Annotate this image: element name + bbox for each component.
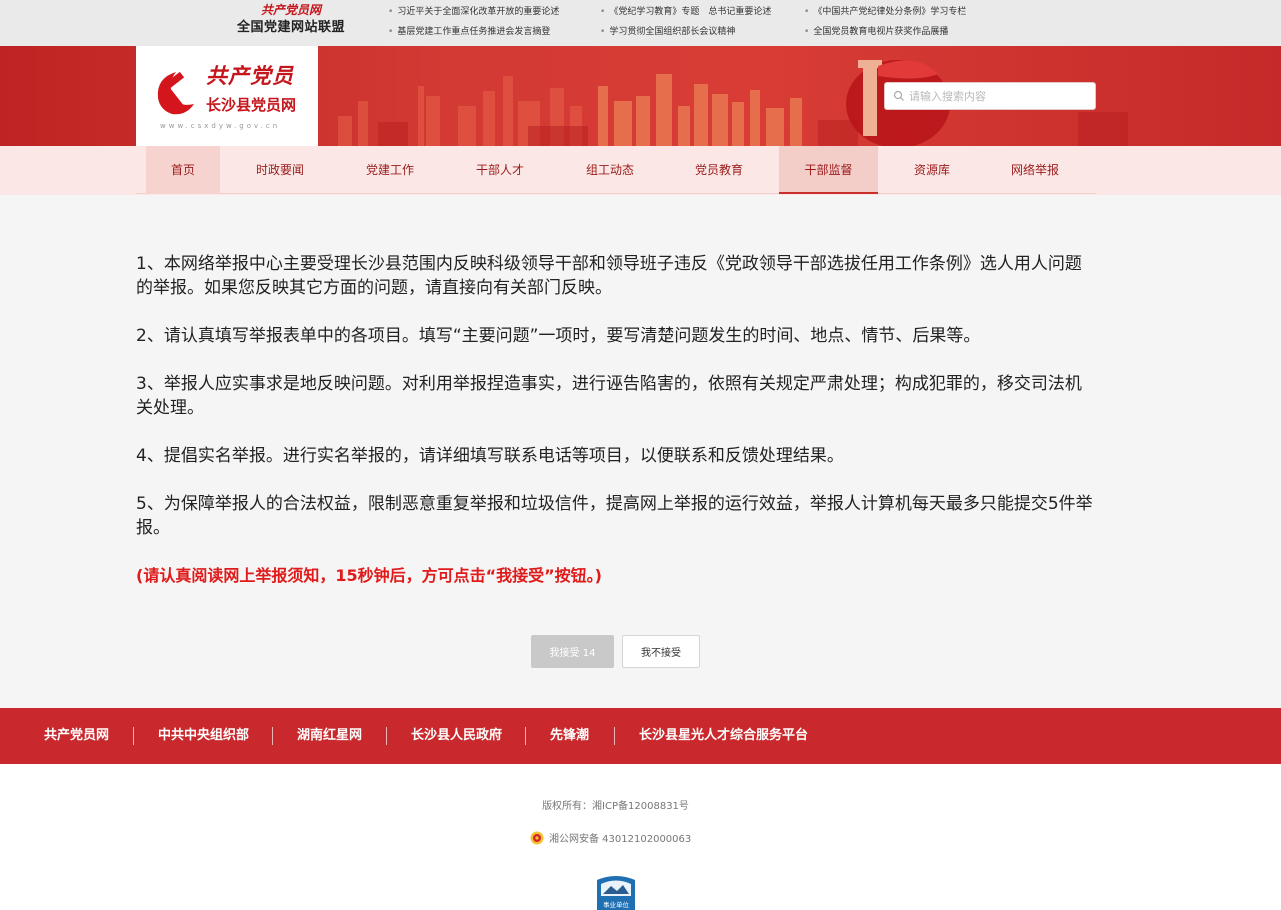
alliance-logo[interactable]: 共产党员网 全国党建网站联盟	[230, 2, 352, 38]
badge-text: 事业单位	[603, 900, 630, 909]
alliance-brand: 共产党员网	[260, 3, 321, 17]
nav-item-party-building[interactable]: 党建工作	[350, 146, 430, 194]
site-logo[interactable]: 共产党员 长沙县党员网 www.csxdyw.gov.cn	[136, 46, 318, 146]
accept-button[interactable]: 我接受 14	[531, 635, 614, 668]
footer-link[interactable]: 共产党员网	[44, 708, 109, 764]
notice-item: 5、为保障举报人的合法权益，限制恶意重复举报和垃圾信件，提高网上举报的运行效益，…	[136, 494, 1093, 538]
footer-link[interactable]: 长沙县人民政府	[411, 708, 502, 764]
logo-url-text: www.csxdyw.gov.cn	[160, 122, 281, 130]
copyright-text: 版权所有：湘ICP备12008831号	[542, 801, 689, 812]
header-banner: 共产党员 长沙县党员网 www.csxdyw.gov.cn	[0, 46, 1281, 146]
nav-item-cadre-supervision[interactable]: 干部监督	[779, 146, 878, 194]
hammer-sickle-icon	[157, 71, 194, 115]
notice-item: 2、请认真填写举报表单中的各项目。填写“主要问题”一项时，要写清楚问题发生的时间…	[136, 326, 981, 346]
footer-link[interactable]: 中共中央组织部	[158, 708, 249, 764]
copyright-area: 版权所有：湘ICP备12008831号 湘公网安备 43012102000063…	[0, 764, 1281, 910]
top-link[interactable]: 《党纪学习教育》专题 总书记重要论述	[600, 5, 771, 19]
notice-item: 4、提倡实名举报。进行实名举报的，请详细填写联系电话等项目，以便联系和反馈处理结…	[136, 446, 844, 466]
police-record[interactable]: 湘公网安备 43012102000063	[530, 830, 691, 845]
public-institution-badge-icon[interactable]: 事业单位	[595, 874, 637, 910]
notice-item: 3、举报人应实事求是地反映问题。对利用举报捏造事实，进行诬告陷害的，依照有关规定…	[136, 374, 1082, 418]
city-skyline-graphic	[338, 60, 1128, 146]
top-link[interactable]: 全国党员教育电视片获奖作品展播	[804, 25, 948, 39]
footer-separator	[525, 727, 526, 745]
main-nav: 首页 时政要闻 党建工作 干部人才 组工动态 党员教育 干部监督 资源库 网络举…	[136, 146, 1096, 194]
logo-site-title: 长沙县党员网	[206, 96, 297, 114]
page: 共产党员网 全国党建网站联盟 习近平关于全面深化改革开放的重要论述 《党纪学习教…	[0, 0, 1281, 910]
nav-item-org-news[interactable]: 组工动态	[570, 146, 650, 194]
notice-warning: (请认真阅读网上举报须知，15秒钟后，方可点击“我接受”按钮。)	[136, 566, 602, 585]
top-link[interactable]: 习近平关于全面深化改革开放的重要论述	[388, 5, 559, 19]
search-icon[interactable]	[893, 90, 905, 102]
nav-item-home[interactable]: 首页	[146, 146, 220, 194]
nav-item-cadre-talent[interactable]: 干部人才	[460, 146, 540, 194]
notice-actions: 我接受 14 我不接受	[0, 635, 1281, 669]
police-badge-icon	[530, 831, 544, 845]
nav-item-member-education[interactable]: 党员教育	[679, 146, 759, 194]
nav-item-news[interactable]: 时政要闻	[240, 146, 320, 194]
top-link[interactable]: 学习贯彻全国组织部长会议精神	[600, 25, 735, 39]
notice-item: 1、本网络举报中心主要受理长沙县范围内反映科级领导干部和领导班子违反《党政领导干…	[136, 254, 1082, 298]
top-link[interactable]: 基层党建工作重点任务推进会发言摘登	[388, 25, 550, 39]
footer-link[interactable]: 先锋潮	[550, 708, 589, 764]
nav-item-online-report[interactable]: 网络举报	[995, 146, 1075, 194]
main-nav-bar: 首页 时政要闻 党建工作 干部人才 组工动态 党员教育 干部监督 资源库 网络举…	[0, 146, 1281, 195]
top-alliance-bar: 共产党员网 全国党建网站联盟 习近平关于全面深化改革开放的重要论述 《党纪学习教…	[0, 0, 1281, 46]
search-input[interactable]	[909, 86, 1089, 106]
footer-links-bar: 共产党员网 中共中央组织部 湖南红星网 长沙县人民政府 先锋潮 长沙县星光人才综…	[0, 708, 1281, 764]
top-link[interactable]: 《中国共产党纪律处分条例》学习专栏	[804, 5, 966, 19]
footer-separator	[272, 727, 273, 745]
footer-separator	[133, 727, 134, 745]
footer-link[interactable]: 湖南红星网	[297, 708, 362, 764]
footer-separator	[386, 727, 387, 745]
logo-script-text: 共产党员	[206, 63, 294, 88]
report-notice: 1、本网络举报中心主要受理长沙县范围内反映科级领导干部和领导班子违反《党政领导干…	[136, 252, 1096, 612]
footer-separator	[614, 727, 615, 745]
alliance-name: 全国党建网站联盟	[236, 20, 345, 35]
search-box	[884, 82, 1096, 110]
nav-item-resources[interactable]: 资源库	[892, 146, 972, 194]
footer-link[interactable]: 长沙县星光人才综合服务平台	[639, 708, 808, 764]
reject-button[interactable]: 我不接受	[622, 635, 700, 668]
police-record-text: 湘公网安备 43012102000063	[549, 834, 692, 845]
